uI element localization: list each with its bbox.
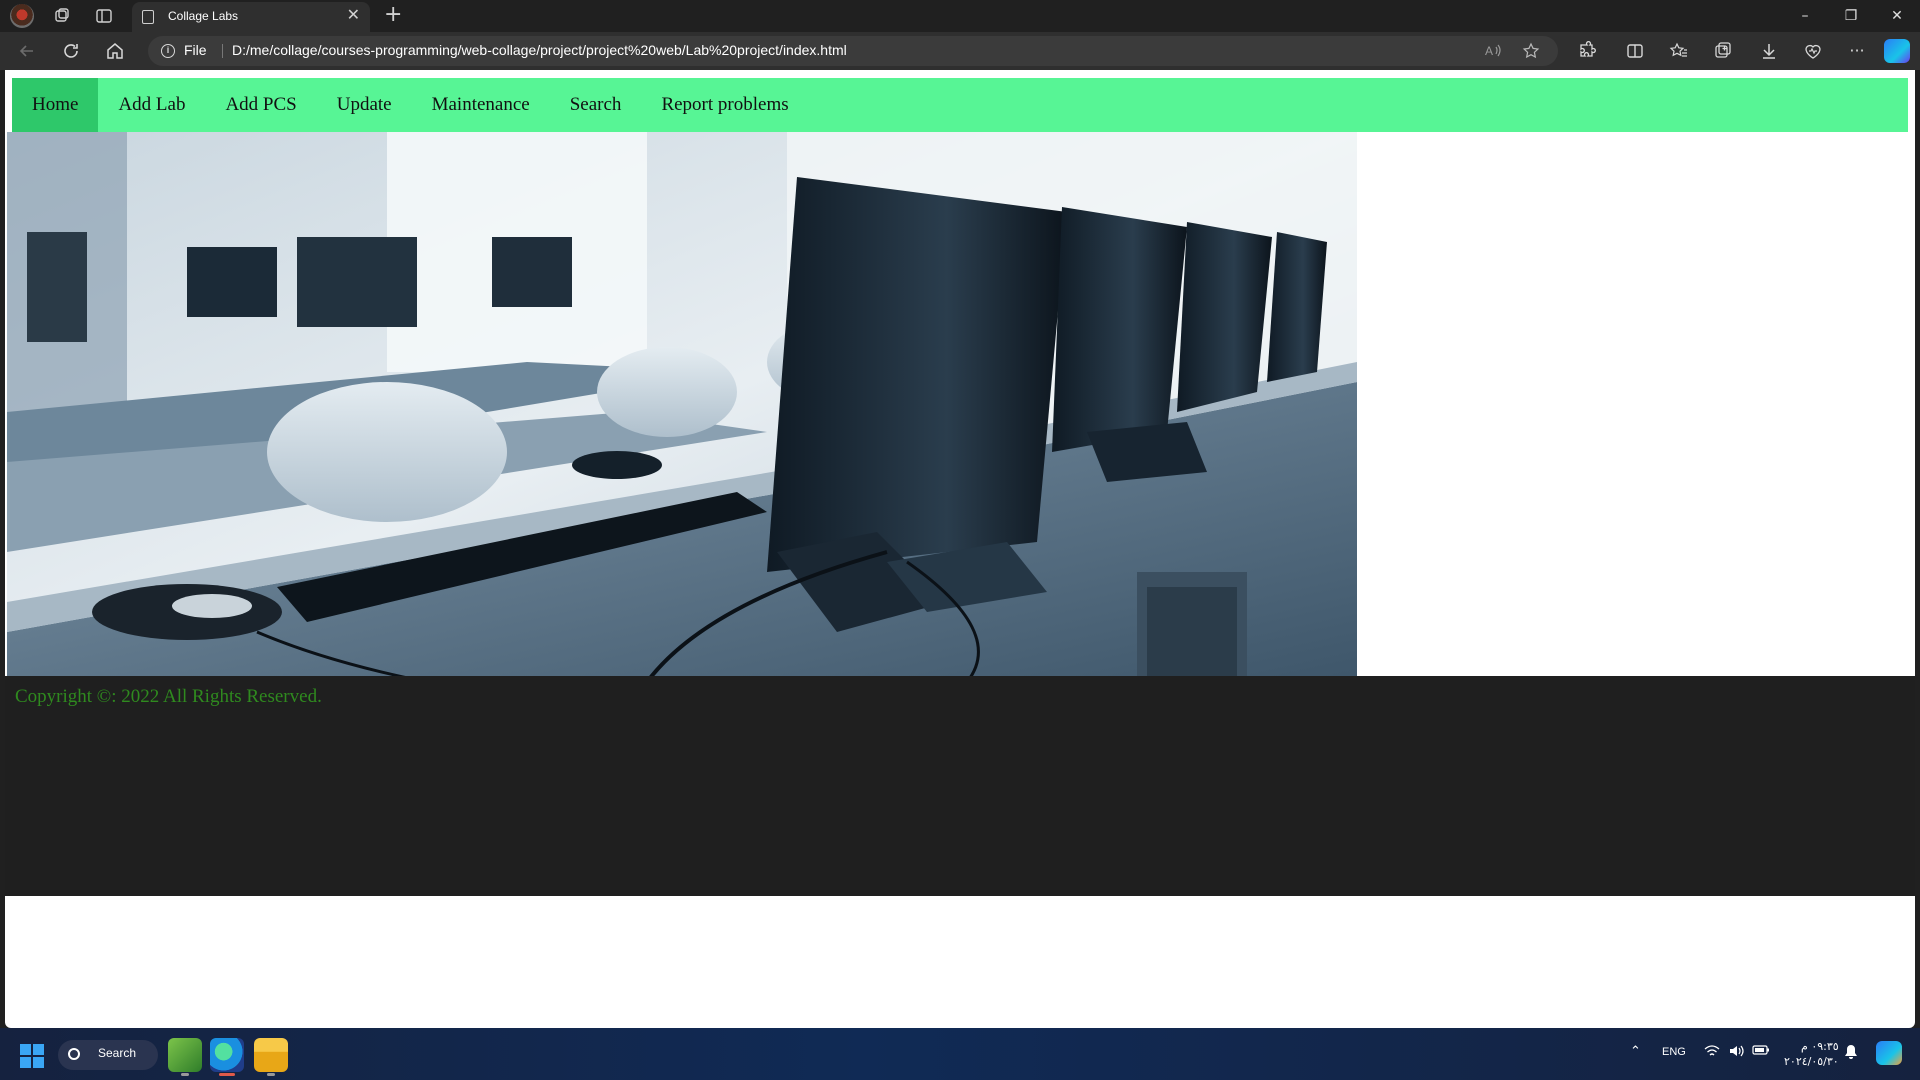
nav-add-lab[interactable]: Add Lab (98, 78, 205, 132)
taskbar-edge-icon[interactable] (210, 1038, 244, 1076)
tab-strip: Collage Labs ✕ + – ❐ ✕ (0, 0, 1920, 32)
address-separator (222, 44, 223, 58)
minimize-button[interactable]: – (1782, 0, 1828, 32)
back-icon[interactable] (16, 40, 38, 62)
hero-image-computer-lab (7, 132, 1357, 682)
nav-home[interactable]: Home (12, 78, 99, 132)
vertical-tabs-icon[interactable] (94, 6, 114, 26)
collections-icon[interactable] (1712, 40, 1734, 62)
split-screen-icon[interactable] (1624, 40, 1646, 62)
read-aloud-icon[interactable]: A (1484, 42, 1502, 64)
window-close-button[interactable]: ✕ (1874, 0, 1920, 32)
start-windows-icon[interactable] (20, 1044, 44, 1068)
nav-add-pcs[interactable]: Add PCS (205, 78, 316, 132)
more-options-icon[interactable]: ··· (1846, 40, 1868, 62)
page-viewport: Home Add Lab Add PCS Update Maintenance … (5, 70, 1915, 1028)
extensions-icon[interactable] (1576, 40, 1598, 62)
copyright-text: Copyright ©: 2022 All Rights Reserved. (15, 686, 322, 707)
browser-toolbar: i File D:/me/collage/courses-programming… (0, 32, 1920, 70)
downloads-icon[interactable] (1758, 40, 1780, 62)
address-bar[interactable]: i File D:/me/collage/courses-programming… (148, 36, 1558, 66)
clock-time: ٠٩:٣٥ م (1801, 1040, 1839, 1053)
taskbar-clock[interactable]: ٠٩:٣٥ م ٢٠٢٤/٠٥/٣٠ (1784, 1039, 1839, 1069)
search-icon (68, 1048, 80, 1060)
nav-update[interactable]: Update (317, 78, 412, 132)
site-info-icon[interactable]: i (161, 44, 175, 58)
nav-search[interactable]: Search (550, 78, 642, 132)
tray-overflow-chevron-icon[interactable]: ⌃ (1630, 1044, 1641, 1059)
volume-icon[interactable] (1728, 1044, 1744, 1062)
favorites-icon[interactable] (1668, 40, 1690, 62)
site-navbar: Home Add Lab Add PCS Update Maintenance … (12, 78, 1908, 132)
favorite-star-icon[interactable] (1522, 42, 1540, 64)
wifi-icon[interactable] (1704, 1044, 1720, 1062)
taskbar-file-explorer-icon[interactable] (254, 1038, 288, 1076)
nav-maintenance[interactable]: Maintenance (412, 78, 550, 132)
notifications-bell-icon[interactable] (1844, 1044, 1858, 1064)
taskbar-search-label: Search (98, 1046, 137, 1060)
svg-text:A: A (1485, 44, 1493, 58)
refresh-icon[interactable] (60, 40, 82, 62)
tab-close-icon[interactable]: ✕ (347, 7, 360, 23)
workspaces-icon[interactable] (52, 6, 72, 26)
restore-button[interactable]: ❐ (1828, 0, 1874, 32)
home-icon[interactable] (104, 40, 126, 62)
site-footer: Copyright ©: 2022 All Rights Reserved. (5, 676, 1915, 896)
new-tab-button[interactable]: + (384, 3, 402, 27)
language-indicator[interactable]: ENG (1662, 1046, 1686, 1058)
taskbar-search-button[interactable]: Search (58, 1040, 158, 1070)
tab-collage-labs[interactable]: Collage Labs ✕ (132, 2, 370, 32)
copilot-icon[interactable] (1884, 39, 1910, 63)
taskbar: Search ⌃ ENG ٠٩:٣٥ م ٢٠٢٤/٠٥/٣٠ (0, 1028, 1920, 1080)
browser-essentials-icon[interactable] (1802, 40, 1824, 62)
tab-title: Collage Labs (168, 9, 239, 23)
taskbar-app-icon[interactable] (168, 1038, 202, 1076)
nav-report-problems[interactable]: Report problems (641, 78, 808, 132)
page-icon (142, 10, 154, 24)
copilot-taskbar-icon[interactable] (1876, 1041, 1902, 1065)
file-scheme-label: File (184, 42, 207, 58)
profile-avatar-icon[interactable] (10, 4, 34, 28)
battery-icon[interactable] (1752, 1044, 1770, 1060)
clock-date: ٢٠٢٤/٠٥/٣٠ (1784, 1055, 1839, 1068)
url-text[interactable]: D:/me/collage/courses-programming/web-co… (232, 42, 847, 58)
